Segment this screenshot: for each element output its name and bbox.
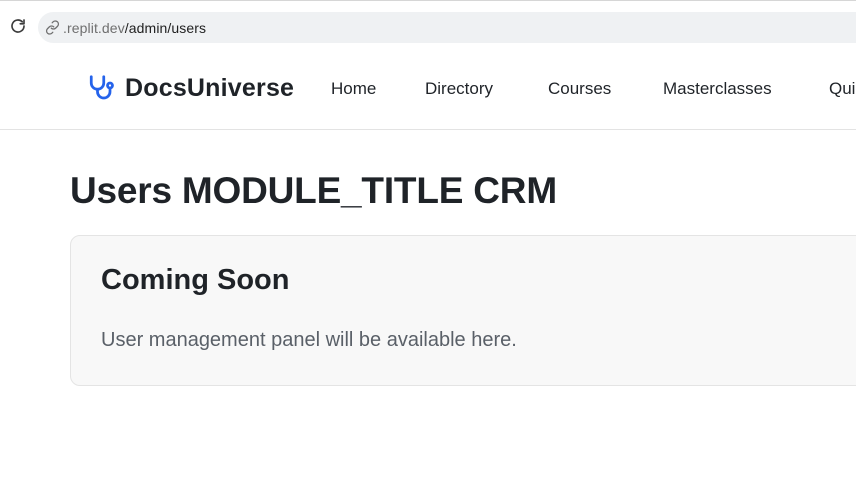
reload-icon[interactable] bbox=[8, 16, 28, 36]
url-text: .replit.dev/admin/users bbox=[63, 20, 206, 36]
nav-masterclasses[interactable]: Masterclasses bbox=[663, 79, 772, 99]
link-icon bbox=[44, 20, 60, 36]
url-host: .replit.dev bbox=[63, 19, 125, 36]
nav-directory[interactable]: Directory bbox=[425, 79, 493, 99]
address-bar[interactable]: .replit.dev/admin/users bbox=[38, 12, 856, 43]
coming-soon-card: Coming Soon User management panel will b… bbox=[70, 235, 856, 386]
card-text: User management panel will be available … bbox=[101, 329, 517, 351]
nav-quiz[interactable]: Qui bbox=[829, 79, 855, 99]
main-nav: Home Directory Courses Masterclasses Qui bbox=[0, 79, 856, 103]
card-title: Coming Soon bbox=[101, 264, 290, 296]
page-title: Users MODULE_TITLE CRM bbox=[70, 170, 557, 211]
url-path: /admin/users bbox=[124, 19, 207, 36]
browser-toolbar: .replit.dev/admin/users bbox=[0, 0, 856, 48]
site-header: DocsUniverse Home Directory Courses Mast… bbox=[0, 48, 856, 130]
nav-home[interactable]: Home bbox=[331, 79, 376, 99]
nav-courses[interactable]: Courses bbox=[548, 79, 611, 99]
